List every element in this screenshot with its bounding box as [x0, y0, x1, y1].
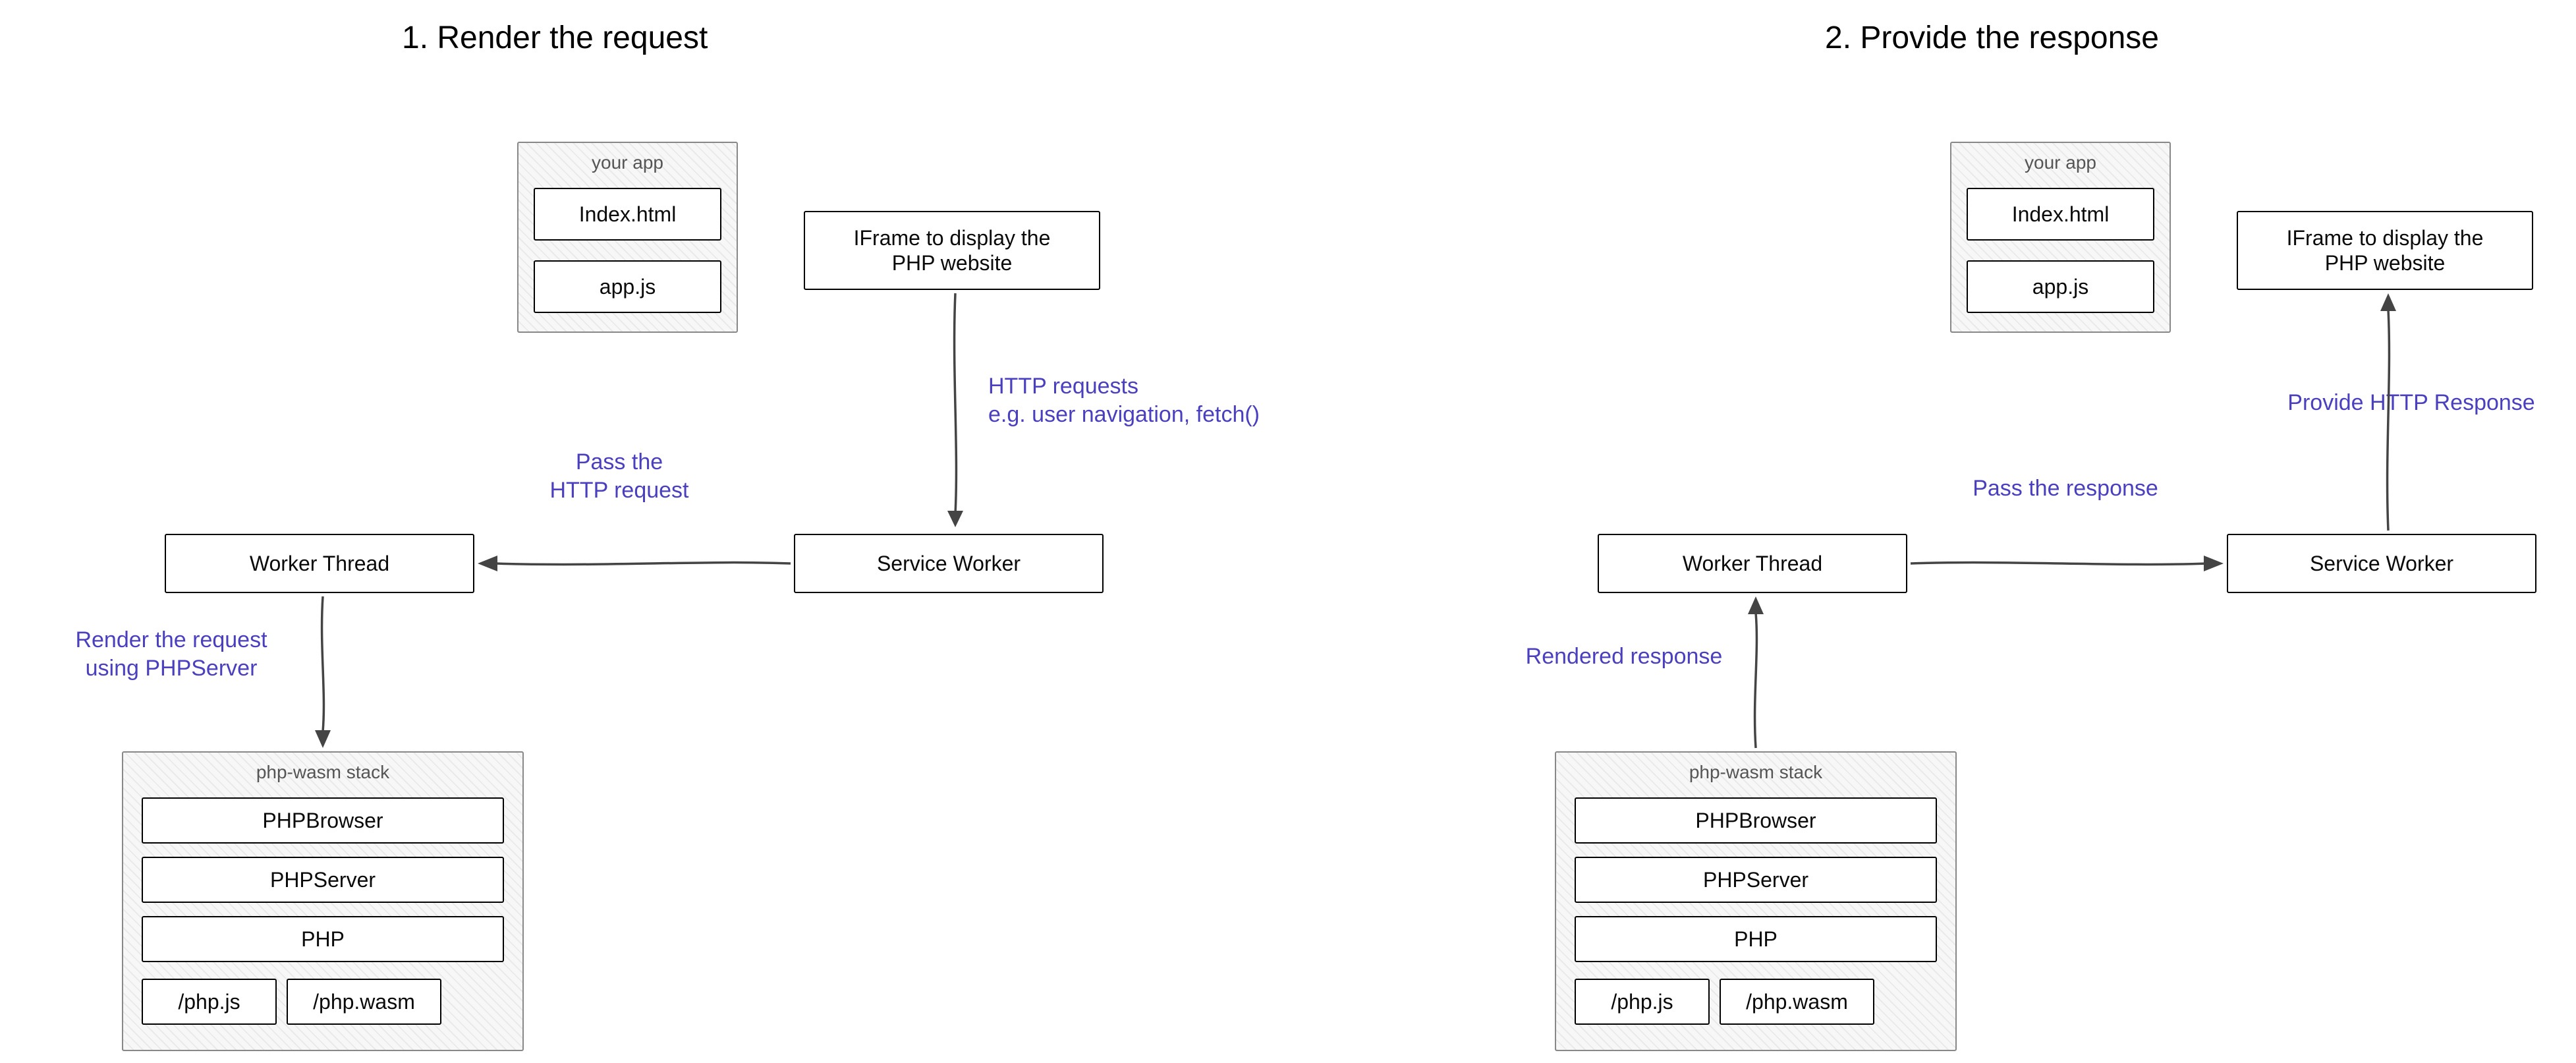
- iframe-label-left: IFrame to display the PHP website: [854, 225, 1051, 276]
- app-group-title-left: your app: [518, 152, 737, 173]
- annotation-rendered-response: Rendered response: [1509, 643, 1739, 671]
- phpbrowser-box-right: PHPBrowser: [1575, 797, 1937, 844]
- app-group-title-right: your app: [1951, 152, 2170, 173]
- service-worker-label-right: Service Worker: [2310, 551, 2453, 576]
- php-label-left: PHP: [301, 927, 345, 952]
- heading-provide-response: 2. Provide the response: [1825, 20, 2159, 56]
- annotation-http-requests: HTTP requests e.g. user navigation, fetc…: [988, 372, 1331, 428]
- annotation-pass-response: Pass the response: [1950, 474, 2181, 503]
- arrow-wasm-to-workerthread-right: [1736, 593, 1776, 751]
- annotation-provide-response: Provide HTTP Response: [2273, 389, 2550, 417]
- phpwasm-box-right: /php.wasm: [1720, 979, 1874, 1025]
- phpjs-box-right: /php.js: [1575, 979, 1710, 1025]
- index-html-label-left: Index.html: [579, 202, 677, 227]
- arrow-serviceworker-to-workerthread-left: [474, 547, 794, 587]
- wasm-group-title-left: php-wasm stack: [123, 762, 522, 783]
- phpbrowser-box-left: PHPBrowser: [142, 797, 504, 844]
- service-worker-box-right: Service Worker: [2227, 534, 2536, 593]
- wasm-group-title-right: php-wasm stack: [1556, 762, 1955, 783]
- arrow-workerthread-to-serviceworker-right: [1907, 547, 2227, 587]
- phpjs-label-right: /php.js: [1611, 989, 1673, 1014]
- annotation-render-request: Render the request using PHPServer: [40, 626, 303, 682]
- worker-thread-label-right: Worker Thread: [1683, 551, 1822, 576]
- heading-render-request: 1. Render the request: [402, 20, 708, 56]
- iframe-box-right: IFrame to display the PHP website: [2237, 211, 2533, 290]
- php-label-right: PHP: [1734, 927, 1778, 952]
- iframe-box-left: IFrame to display the PHP website: [804, 211, 1100, 290]
- phpbrowser-label-right: PHPBrowser: [1695, 808, 1816, 833]
- phpserver-box-left: PHPServer: [142, 857, 504, 903]
- phpwasm-label-right: /php.wasm: [1746, 989, 1848, 1014]
- php-box-left: PHP: [142, 916, 504, 962]
- app-js-box-right: app.js: [1967, 260, 2154, 313]
- phpjs-label-left: /php.js: [178, 989, 240, 1014]
- service-worker-box-left: Service Worker: [794, 534, 1104, 593]
- app-js-box-left: app.js: [534, 260, 721, 313]
- app-js-label-left: app.js: [600, 274, 656, 299]
- worker-thread-box-left: Worker Thread: [165, 534, 474, 593]
- phpwasm-box-left: /php.wasm: [287, 979, 441, 1025]
- phpserver-box-right: PHPServer: [1575, 857, 1937, 903]
- index-html-box-right: Index.html: [1967, 188, 2154, 241]
- phpjs-box-left: /php.js: [142, 979, 277, 1025]
- phpbrowser-label-left: PHPBrowser: [262, 808, 383, 833]
- app-js-label-right: app.js: [2032, 274, 2088, 299]
- service-worker-label-left: Service Worker: [877, 551, 1021, 576]
- iframe-label-right: IFrame to display the PHP website: [2287, 225, 2484, 276]
- phpwasm-label-left: /php.wasm: [313, 989, 415, 1014]
- index-html-box-left: Index.html: [534, 188, 721, 241]
- php-box-right: PHP: [1575, 916, 1937, 962]
- phpserver-label-right: PHPServer: [1703, 867, 1808, 892]
- annotation-pass-request: Pass the HTTP request: [520, 448, 718, 504]
- index-html-label-right: Index.html: [2012, 202, 2110, 227]
- arrow-workerthread-to-wasm-left: [303, 593, 343, 751]
- worker-thread-label-left: Worker Thread: [250, 551, 389, 576]
- arrow-iframe-to-serviceworker-left: [936, 290, 975, 534]
- phpserver-label-left: PHPServer: [270, 867, 376, 892]
- worker-thread-box-right: Worker Thread: [1598, 534, 1907, 593]
